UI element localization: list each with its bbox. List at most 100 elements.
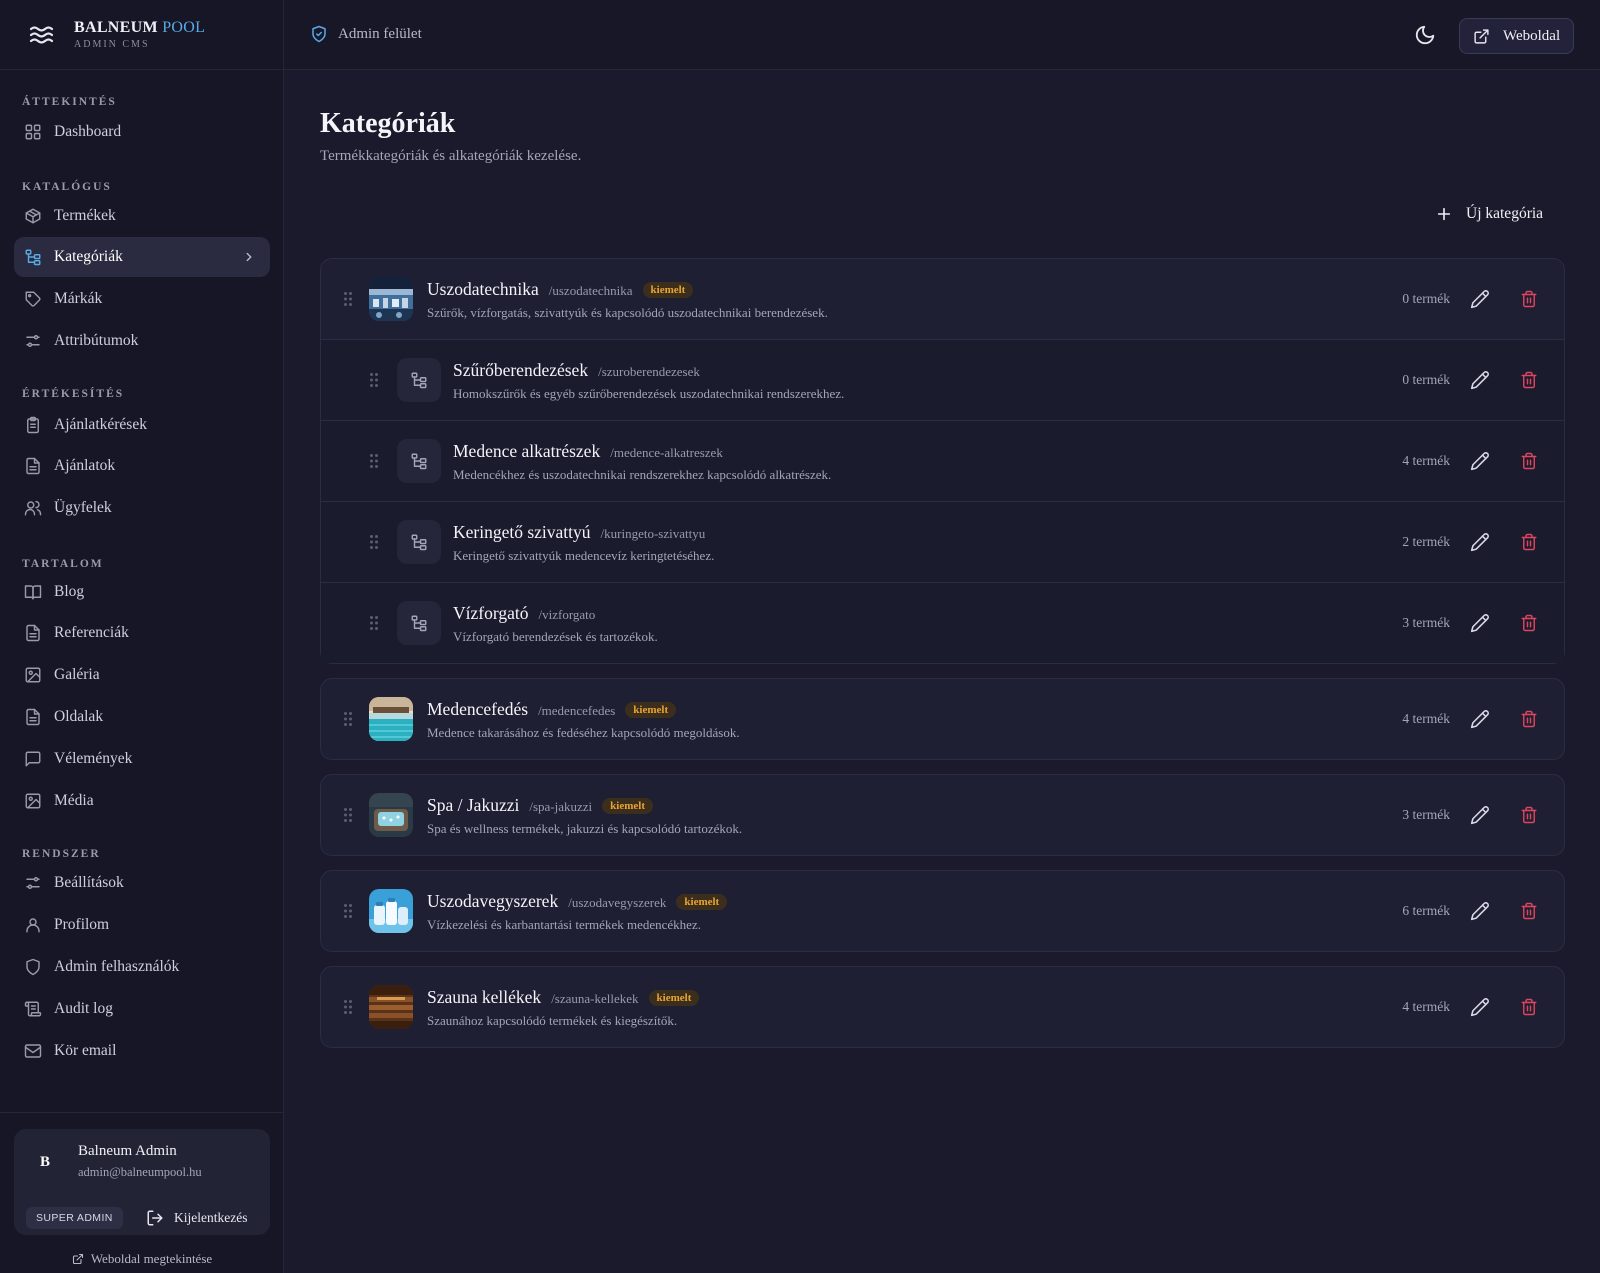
edit-icon[interactable] xyxy=(1470,532,1490,552)
theme-toggle-button[interactable] xyxy=(1414,24,1436,46)
drag-handle-icon[interactable] xyxy=(343,711,353,727)
log-icon xyxy=(24,1001,42,1017)
category-description: Spa és wellness termékek, jakuzzi és kap… xyxy=(427,821,743,836)
delete-icon[interactable] xyxy=(1520,532,1538,552)
logout-icon xyxy=(147,1210,163,1226)
category-thumbnail xyxy=(369,889,413,933)
delete-icon[interactable] xyxy=(1520,370,1538,390)
sidebar-item-velemenyek[interactable]: Vélemények xyxy=(14,739,270,779)
plus-icon xyxy=(1437,207,1451,221)
category-row: Medencefedés /medencefedes kiemelt Medenc… xyxy=(321,679,1564,759)
category-row: Uszodatechnika /uszodatechnika kiemelt Sz… xyxy=(321,259,1564,339)
drag-handle-icon[interactable] xyxy=(369,453,379,469)
featured-badge: kiemelt xyxy=(602,798,653,814)
drag-handle-icon[interactable] xyxy=(343,807,353,823)
category-description: Homokszűrők és egyéb szűrőberendezések u… xyxy=(453,386,845,401)
sidebar-item-referenciak[interactable]: Referenciák xyxy=(14,613,270,653)
edit-icon[interactable] xyxy=(1470,997,1490,1017)
edit-icon[interactable] xyxy=(1470,709,1490,729)
sidebar-item-termekek[interactable]: Termékek xyxy=(14,196,270,236)
logout-button[interactable]: Kijelentkezés xyxy=(146,1205,247,1231)
website-button-label: Weboldal xyxy=(1503,27,1561,44)
new-category-button[interactable]: Új kategória xyxy=(1428,198,1551,230)
sidebar-item-kategoriak[interactable]: Kategóriák xyxy=(14,237,270,277)
sidebar-item-label: Galéria xyxy=(54,666,100,683)
nav-section-title: KATALÓGUS xyxy=(22,181,112,193)
delete-icon[interactable] xyxy=(1520,805,1538,825)
sidebar-item-oldalak[interactable]: Oldalak xyxy=(14,697,270,737)
sidebar: BALNEUM POOL ADMIN CMS ÁTTEKINTÉS Dashboa… xyxy=(0,0,284,1273)
category-name[interactable]: Medencefedés xyxy=(427,699,528,720)
view-site-link[interactable]: Weboldal megtekintése xyxy=(0,1251,284,1267)
category-name[interactable]: Spa / Jakuzzi xyxy=(427,795,519,816)
category-thumbnail xyxy=(369,697,413,741)
tree-icon xyxy=(411,534,427,551)
sidebar-item-label: Attribútumok xyxy=(54,332,139,349)
brand[interactable]: BALNEUM POOL ADMIN CMS xyxy=(0,0,283,70)
product-count: 6 termék xyxy=(1402,903,1450,918)
drag-handle-icon[interactable] xyxy=(343,291,353,307)
sidebar-item-ajanlatkeresek[interactable]: Ajánlatkérések xyxy=(14,405,270,445)
sidebar-item-label: Beállítások xyxy=(54,874,124,891)
delete-icon[interactable] xyxy=(1520,901,1538,921)
edit-icon[interactable] xyxy=(1470,289,1490,309)
sidebar-item-galeria[interactable]: Galéria xyxy=(14,655,270,695)
nav-section-title: TARTALOM xyxy=(22,558,104,570)
sidebar-item-kor-email[interactable]: Kör email xyxy=(14,1031,270,1071)
sidebar-item-profilom[interactable]: Profilom xyxy=(14,905,270,945)
edit-icon[interactable] xyxy=(1470,370,1490,390)
drag-handle-icon[interactable] xyxy=(343,903,353,919)
drag-handle-icon[interactable] xyxy=(369,372,379,388)
drag-handle-icon[interactable] xyxy=(369,534,379,550)
users-icon xyxy=(24,500,42,516)
product-count: 4 termék xyxy=(1402,711,1450,726)
featured-badge: kiemelt xyxy=(625,702,677,718)
sidebar-item-blog[interactable]: Blog xyxy=(14,572,270,612)
website-button[interactable]: Weboldal xyxy=(1459,18,1574,54)
sidebar-item-ajanlatok[interactable]: Ajánlatok xyxy=(14,446,270,486)
drag-handle-icon[interactable] xyxy=(343,999,353,1015)
category-name[interactable]: Szűrőberendezések xyxy=(453,360,588,381)
category-name[interactable]: Uszodatechnika xyxy=(427,279,539,300)
sidebar-item-dashboard[interactable]: Dashboard xyxy=(14,112,270,152)
sidebar-item-label: Média xyxy=(54,792,94,809)
delete-icon[interactable] xyxy=(1520,997,1538,1017)
delete-icon[interactable] xyxy=(1520,289,1538,309)
sidebar-item-attributumok[interactable]: Attribútumok xyxy=(14,321,270,361)
sidebar-item-markak[interactable]: Márkák xyxy=(14,279,270,319)
sidebar-item-beallitasok[interactable]: Beállítások xyxy=(14,863,270,903)
category-description: Medence takarásához és fedéséhez kapcsol… xyxy=(427,725,740,740)
subcategory-row: Vízforgató /vizforgato Vízforgató berend… xyxy=(321,582,1564,663)
edit-icon[interactable] xyxy=(1470,805,1490,825)
product-count: 4 termék xyxy=(1402,999,1450,1014)
category-title: Szűrőberendezések /szuroberendezesek xyxy=(453,360,700,381)
category-slug: /szuroberendezesek xyxy=(598,364,700,379)
category-name[interactable]: Vízforgató xyxy=(453,603,529,624)
category-title: Uszodatechnika /uszodatechnika kiemelt xyxy=(427,279,694,300)
avatar: B xyxy=(39,1153,50,1170)
delete-icon[interactable] xyxy=(1520,451,1538,471)
sidebar-item-ugyfelek[interactable]: Ügyfelek xyxy=(14,488,270,528)
sidebar-item-audit-log[interactable]: Audit log xyxy=(14,989,270,1029)
category-name[interactable]: Medence alkatrészek xyxy=(453,441,600,462)
featured-badge: kiemelt xyxy=(648,990,700,1006)
delete-icon[interactable] xyxy=(1520,709,1538,729)
sidebar-item-admin-felhasznalok[interactable]: Admin felhasználók xyxy=(14,947,270,987)
category-slug: /uszodavegyszerek xyxy=(568,895,667,910)
category-name[interactable]: Uszodavegyszerek xyxy=(427,891,558,912)
sidebar-item-media[interactable]: Média xyxy=(14,781,270,821)
drag-handle-icon[interactable] xyxy=(369,615,379,631)
sidebar-item-label: Admin felhasználók xyxy=(54,958,180,975)
category-name[interactable]: Keringető szivattyú xyxy=(453,522,591,543)
nav-section-title: ÁTTEKINTÉS xyxy=(22,96,117,108)
tree-icon xyxy=(411,372,427,389)
tree-icon xyxy=(25,249,41,266)
category-name[interactable]: Szauna kellékek xyxy=(427,987,541,1008)
sidebar-item-label: Kategóriák xyxy=(54,248,123,265)
new-category-label: Új kategória xyxy=(1466,205,1544,222)
edit-icon[interactable] xyxy=(1470,451,1490,471)
category-description: Vízforgató berendezések és tartozékok. xyxy=(453,629,658,644)
edit-icon[interactable] xyxy=(1470,613,1490,633)
delete-icon[interactable] xyxy=(1520,613,1538,633)
edit-icon[interactable] xyxy=(1470,901,1490,921)
